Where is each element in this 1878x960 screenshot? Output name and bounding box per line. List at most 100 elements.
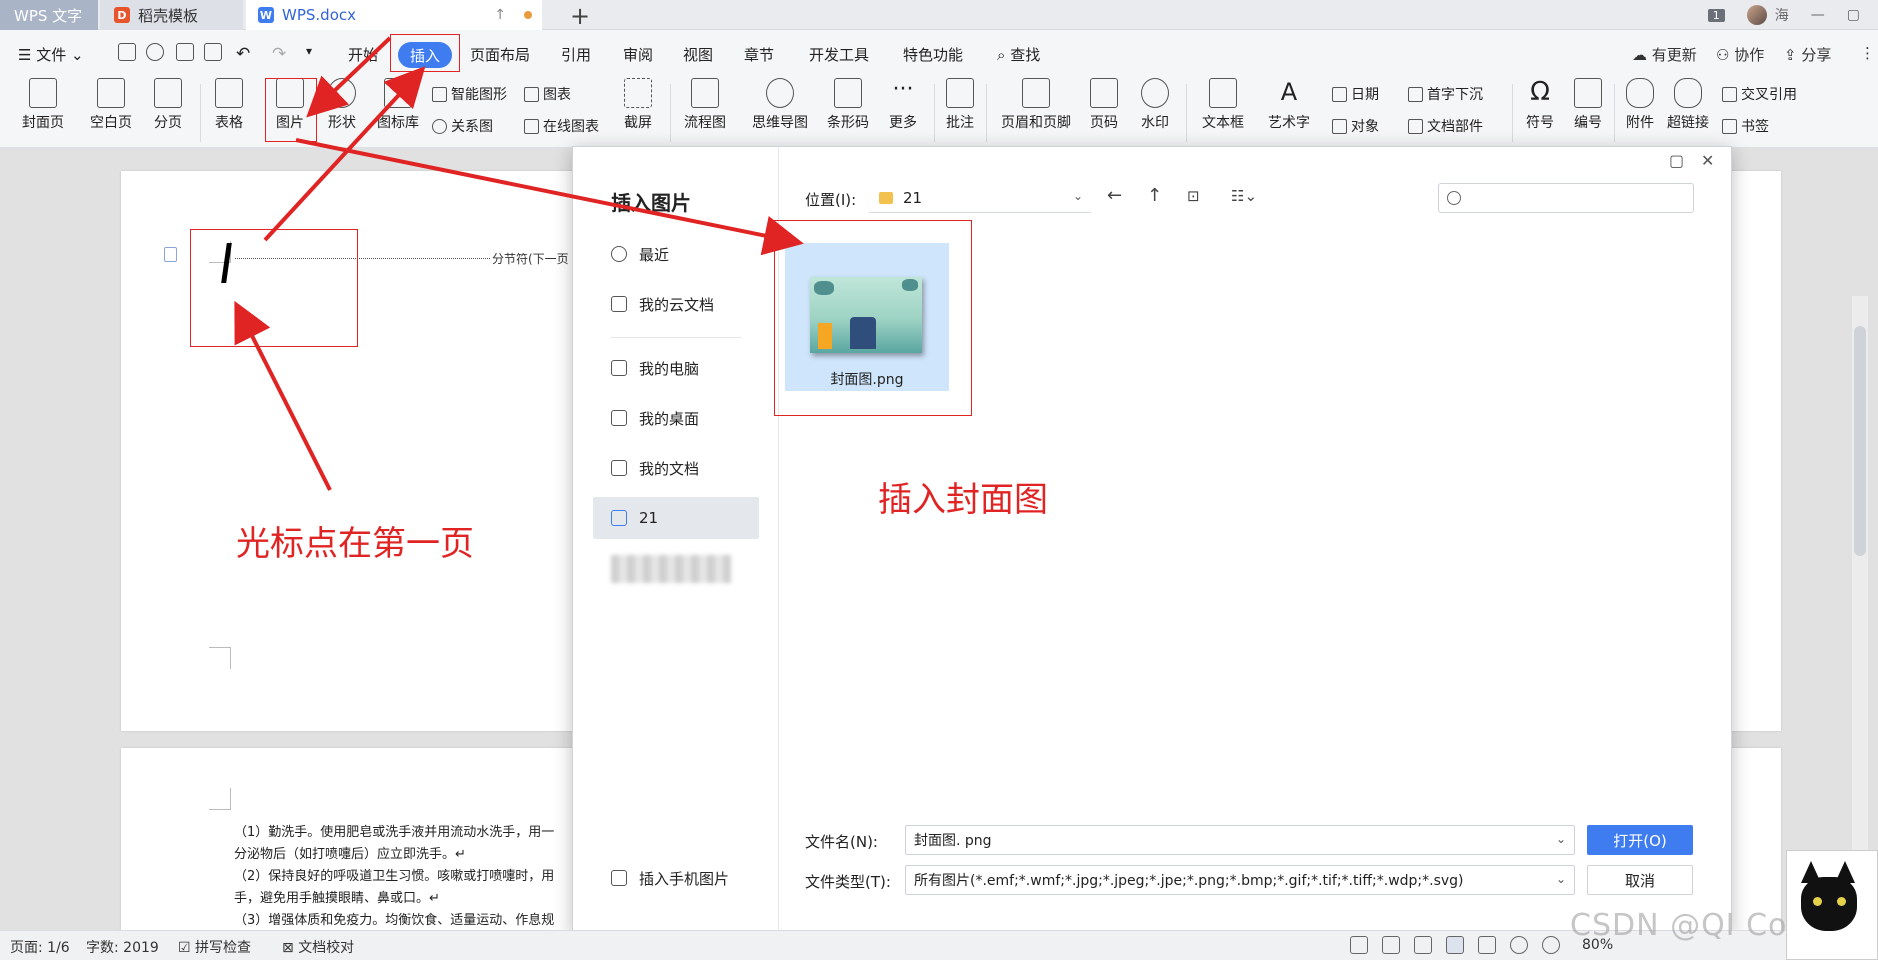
numbering-button[interactable]: 编号 (1568, 78, 1608, 132)
drop-cap-button[interactable]: 首字下沉 (1408, 84, 1483, 104)
barcode-button[interactable]: 条形码 (822, 78, 874, 132)
web-view-icon[interactable] (1510, 936, 1528, 954)
read-mode-icon[interactable] (1382, 936, 1400, 954)
page-view-icon[interactable] (1446, 936, 1464, 954)
back-arrow-icon[interactable]: ← (1107, 185, 1122, 206)
word-count[interactable]: 字数: 2019 (86, 937, 159, 957)
spell-check-button[interactable]: ☑ 拼写检查 (178, 937, 251, 957)
format-painter-icon[interactable] (146, 43, 164, 61)
header-footer-button[interactable]: 页眉和页脚 (994, 78, 1078, 132)
menu-search[interactable]: ⌕ 查找 (997, 44, 1040, 65)
shape-label: 形状 (328, 115, 356, 131)
menu-home[interactable]: 开始 (348, 44, 378, 65)
insert-phone-picture-button[interactable]: 插入手机图片 (593, 857, 759, 899)
filename-input[interactable]: 封面图. png ⌄ (905, 825, 1575, 855)
user-account[interactable]: 海 (1746, 5, 1789, 25)
view-mode-icon[interactable]: ☷⌄ (1231, 187, 1257, 205)
page-indicator[interactable]: 页面: 1/6 (10, 937, 70, 957)
sidebar-item-folder-21[interactable]: 21 (593, 497, 759, 539)
sidebar-item-cloud-docs[interactable]: 我的云文档 (593, 283, 759, 325)
more-menu-icon[interactable]: ⋮ (1860, 44, 1875, 62)
more-button[interactable]: ··· 更多 (880, 78, 926, 132)
search-icon (1447, 191, 1461, 205)
outline-view-icon[interactable] (1478, 936, 1496, 954)
attachment-button[interactable]: 附件 (1620, 78, 1660, 132)
update-button[interactable]: ☁ 有更新 (1632, 44, 1697, 65)
file-menu[interactable]: ☰ 文件 ⌄ (18, 44, 84, 65)
cover-page-button[interactable]: 封面页 (12, 78, 74, 132)
redo-icon[interactable]: ↷ (272, 44, 286, 64)
eye-protection-icon[interactable] (1542, 936, 1560, 954)
quick-access-more-icon[interactable]: ▾ (306, 44, 312, 58)
menu-special-features[interactable]: 特色功能 (903, 44, 963, 65)
maximize-icon[interactable]: ▢ (1847, 7, 1860, 23)
flowchart-button[interactable]: 流程图 (676, 78, 734, 132)
sidebar-item-recent[interactable]: 最近 (593, 233, 759, 275)
blank-page-button[interactable]: 空白页 (80, 78, 142, 132)
screenshot-button[interactable]: 截屏 (614, 78, 662, 132)
tab-document[interactable]: W WPS.docx ↑ (246, 0, 542, 30)
cross-reference-button[interactable]: 交叉引用 (1722, 84, 1797, 104)
comment-button[interactable]: 批注 (942, 78, 978, 132)
symbol-button[interactable]: Ω 符号 (1518, 78, 1562, 132)
bookmark-button[interactable]: 书签 (1722, 116, 1769, 136)
upload-icon[interactable]: ↑ (494, 7, 506, 23)
page-number-button[interactable]: 页码 (1082, 78, 1126, 132)
new-tab-button[interactable]: + (570, 2, 590, 30)
up-arrow-icon[interactable]: ↑ (1147, 185, 1162, 206)
dialog-close-icon[interactable]: ✕ (1701, 151, 1714, 170)
wordart-button[interactable]: A 艺术字 (1260, 78, 1318, 132)
smart-shape-button[interactable]: 智能图形 (432, 84, 507, 104)
menu-chapter[interactable]: 章节 (744, 44, 774, 65)
mindmap-button[interactable]: 思维导图 (744, 78, 816, 132)
menu-page-layout[interactable]: 页面布局 (470, 44, 530, 65)
shape-button[interactable]: 形状 (320, 78, 364, 132)
print-preview-icon[interactable] (204, 43, 222, 61)
new-folder-icon[interactable]: ⊡ (1187, 187, 1200, 205)
chart-button[interactable]: 图表 (524, 84, 571, 104)
object-button[interactable]: 对象 (1332, 116, 1379, 136)
watermark-button[interactable]: 水印 (1132, 78, 1178, 132)
open-button[interactable]: 打开(O) (1587, 825, 1693, 855)
save-icon[interactable] (118, 43, 136, 61)
write-mode-icon[interactable] (1414, 936, 1432, 954)
icon-library-button[interactable]: 图标库 (372, 78, 424, 132)
hyperlink-button[interactable]: 超链接 (1664, 78, 1712, 132)
dialog-search-input[interactable] (1438, 183, 1694, 213)
page-break-button[interactable]: 分页 (146, 78, 190, 132)
menu-developer[interactable]: 开发工具 (809, 44, 869, 65)
menu-references[interactable]: 引用 (561, 44, 591, 65)
textbox-button[interactable]: 文本框 (1194, 78, 1252, 132)
filetype-select[interactable]: 所有图片(*.emf;*.wmf;*.jpg;*.jpeg;*.jpe;*.pn… (905, 865, 1575, 895)
doc-parts-button[interactable]: 文档部件 (1408, 116, 1483, 136)
tab-daoke-templates[interactable]: D 稻壳模板 (100, 0, 243, 30)
sidebar-item-my-computer[interactable]: 我的电脑 (593, 347, 759, 389)
tab-wps-writer[interactable]: WPS 文字 (0, 0, 98, 30)
location-dropdown[interactable]: 21 ⌄ (869, 183, 1091, 213)
menu-review[interactable]: 审阅 (623, 44, 653, 65)
fullscreen-icon[interactable] (1350, 936, 1368, 954)
share-button[interactable]: ⇪ 分享 (1784, 44, 1831, 65)
dialog-maximize-icon[interactable]: ▢ (1669, 151, 1684, 170)
doc-line: 分泌物后（如打喷嚏后）应立即洗手。↵ (234, 847, 466, 862)
sidebar-item-documents[interactable]: 我的文档 (593, 447, 759, 489)
scrollbar-thumb[interactable] (1854, 326, 1866, 556)
window-count-badge[interactable]: 1 (1707, 8, 1725, 22)
collaborate-button[interactable]: ⚇ 协作 (1716, 44, 1764, 65)
unsaved-dot-icon[interactable] (524, 11, 532, 19)
page-number-icon (1090, 78, 1118, 108)
document-body-text[interactable]: （1）勤洗手。使用肥皂或洗手液并用流动水洗手，用一 分泌物后（如打喷嚏后）应立即… (234, 822, 554, 932)
share-icon: ⇪ (1784, 46, 1797, 64)
minimize-icon[interactable]: — (1811, 7, 1825, 23)
table-button[interactable]: 表格 (208, 78, 250, 132)
undo-icon[interactable]: ↶ (236, 44, 250, 64)
relation-chart-button[interactable]: 关系图 (432, 116, 493, 136)
sidebar-item-desktop[interactable]: 我的桌面 (593, 397, 759, 439)
menu-view[interactable]: 视图 (683, 44, 713, 65)
cancel-button[interactable]: 取消 (1587, 865, 1693, 895)
proofread-button[interactable]: ⊠ 文档校对 (282, 937, 354, 957)
date-button[interactable]: 日期 (1332, 84, 1379, 104)
print-icon[interactable] (176, 43, 194, 61)
online-chart-button[interactable]: 在线图表 (524, 116, 599, 136)
blurred-sidebar-item[interactable] (611, 555, 731, 583)
